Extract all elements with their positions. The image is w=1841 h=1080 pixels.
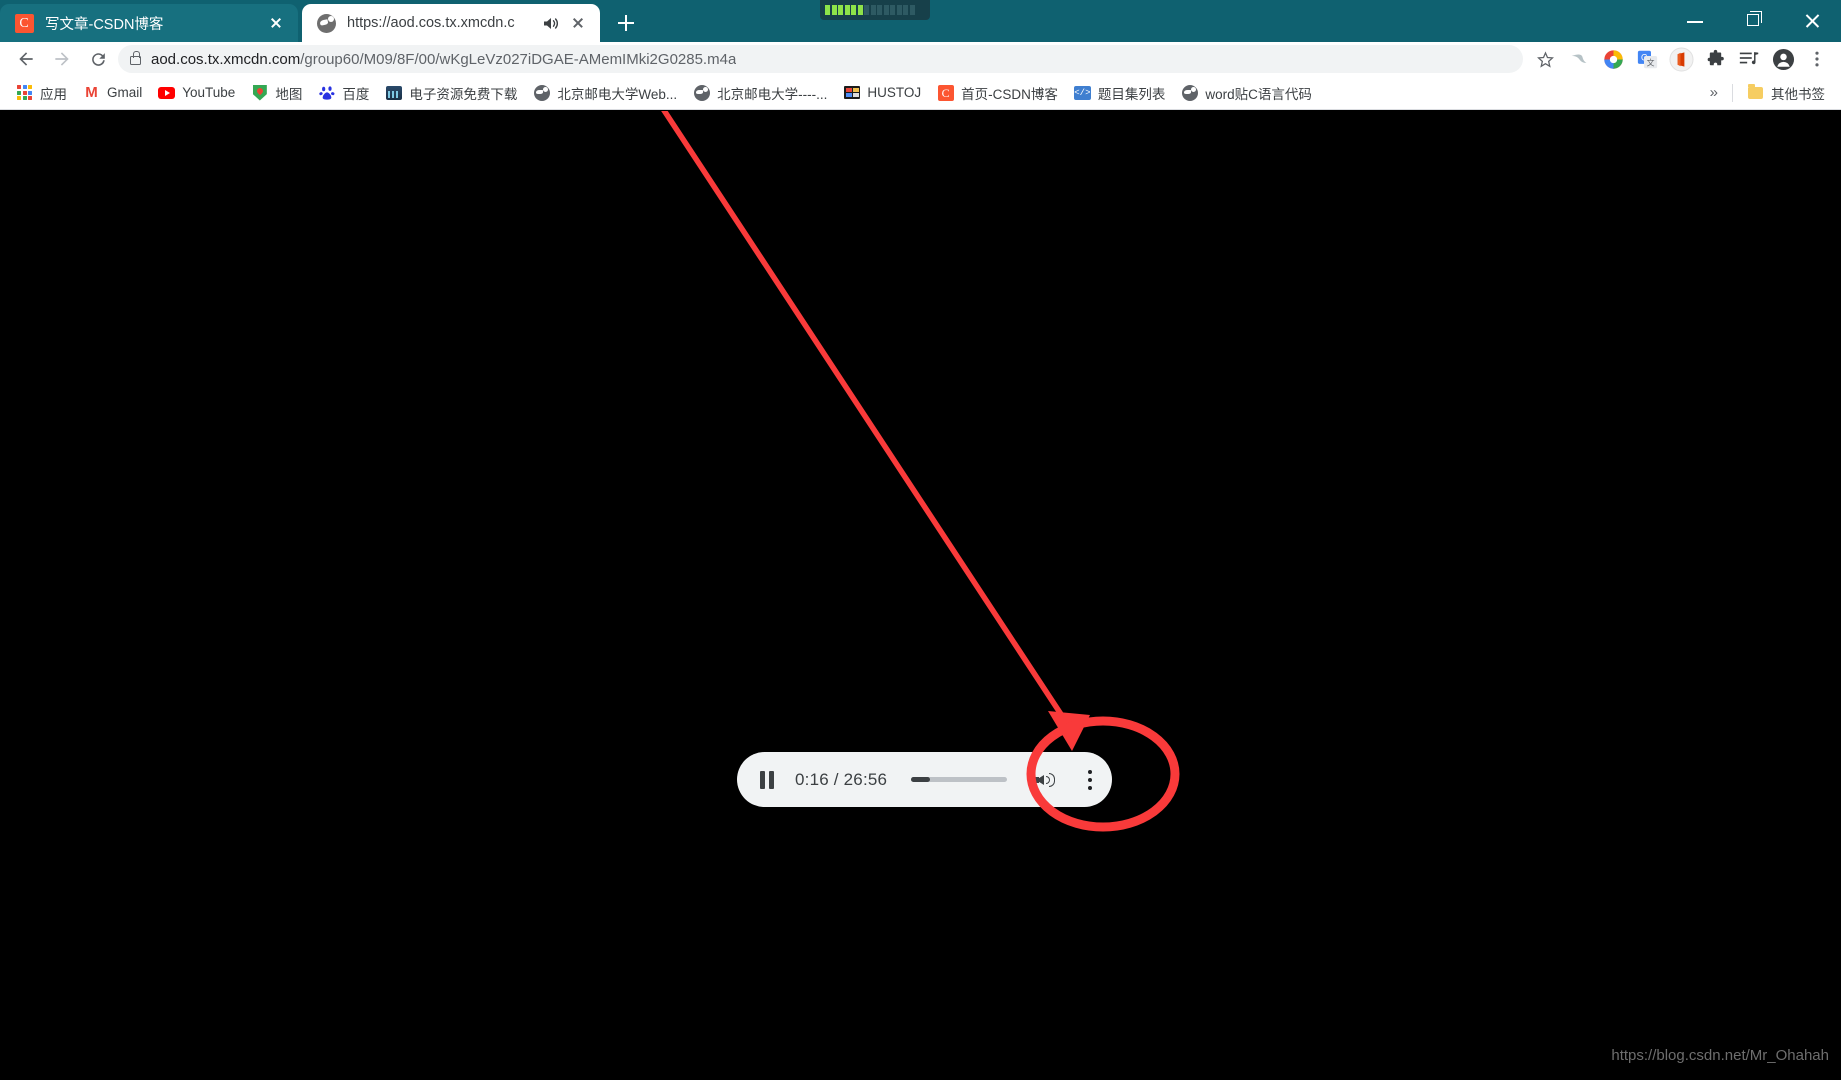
- bookmark-hustoj[interactable]: HUSTOJ: [835, 80, 929, 105]
- bookmark-baidu[interactable]: 百度: [310, 79, 377, 107]
- browser-window: C 写文章-CSDN博客 https://aod.cos.tx.xmcdn.c: [0, 0, 1841, 1080]
- bookmark-label: Gmail: [107, 85, 143, 100]
- csdn-favicon: C: [14, 13, 34, 33]
- bookmark-star-icon[interactable]: [1529, 44, 1561, 74]
- bookmark-label: YouTube: [182, 85, 236, 100]
- hustoj-icon: [843, 84, 860, 101]
- bookmark-label: word贴C语言代码: [1205, 86, 1312, 102]
- bookmark-label: HUSTOJ: [867, 85, 922, 100]
- watermark-text: https://blog.csdn.net/Mr_Ohahah: [1611, 1047, 1829, 1064]
- globe-icon: [693, 84, 710, 101]
- apps-grid-icon: [16, 84, 33, 101]
- bookmark-ebook-download[interactable]: 电子资源免费下载: [377, 79, 525, 107]
- tab-csdn[interactable]: C 写文章-CSDN博客: [0, 4, 298, 42]
- forward-arrow-icon[interactable]: [44, 44, 80, 74]
- bookmark-csdn-home[interactable]: C 首页-CSDN博客: [929, 79, 1066, 107]
- window-controls: [1667, 0, 1841, 42]
- bookmark-word-c-code[interactable]: word贴C语言代码: [1173, 79, 1320, 107]
- csdn-icon: C: [937, 84, 954, 101]
- google-maps-icon: [251, 84, 268, 101]
- minimize-button[interactable]: [1667, 0, 1725, 42]
- chrome-circle-icon[interactable]: [1597, 44, 1629, 74]
- bookmark-maps[interactable]: 地图: [243, 79, 310, 107]
- browser-toolbar: aod.cos.tx.xmcdn.com/group60/M09/8F/00/w…: [0, 42, 1841, 76]
- more-options-kebab-icon[interactable]: [1078, 766, 1102, 794]
- media-playlist-icon[interactable]: [1733, 44, 1765, 74]
- bookmark-label: 首页-CSDN博客: [961, 86, 1058, 102]
- bookmark-apps[interactable]: 应用: [8, 79, 75, 107]
- bookmarks-bar: 应用 M Gmail YouTube 地图 百度 电子资源免费下载 北京邮电大学…: [0, 76, 1841, 110]
- folder-icon: [1747, 83, 1764, 101]
- cpu-meter-gadget: [820, 0, 930, 20]
- bookmark-label: 应用: [40, 86, 67, 102]
- bookmark-label: 北京邮电大学Web...: [557, 86, 678, 102]
- url-path: /group60/M09/8F/00/wKgLeVz027iDGAE-AMemI…: [300, 50, 737, 68]
- address-bar[interactable]: aod.cos.tx.xmcdn.com/group60/M09/8F/00/w…: [118, 45, 1523, 73]
- back-arrow-icon[interactable]: [8, 44, 44, 74]
- bookmark-bupt[interactable]: 北京邮电大学----...: [685, 79, 835, 107]
- bookmark-youtube[interactable]: YouTube: [150, 80, 243, 105]
- bookmark-gmail[interactable]: M Gmail: [75, 80, 150, 105]
- tab-strip: C 写文章-CSDN博客 https://aod.cos.tx.xmcdn.c: [0, 0, 1841, 42]
- maximize-button[interactable]: [1725, 0, 1783, 42]
- close-tab-button[interactable]: [566, 11, 590, 35]
- time-display: 0:16 / 26:56: [795, 769, 888, 789]
- divider: [1732, 83, 1733, 102]
- chart-icon: [385, 84, 402, 101]
- bookmarks-overflow-button[interactable]: »: [1702, 84, 1726, 101]
- new-tab-button[interactable]: [610, 7, 642, 39]
- bookmark-label: 其他书签: [1771, 86, 1825, 102]
- progress-slider[interactable]: [911, 777, 1008, 782]
- bookmark-label: 电子资源免费下载: [409, 86, 518, 102]
- tab-audio-page[interactable]: https://aod.cos.tx.xmcdn.c: [302, 4, 600, 42]
- google-translate-icon[interactable]: G 文: [1631, 44, 1663, 74]
- volume-high-icon[interactable]: [1035, 768, 1059, 792]
- lock-icon: [130, 51, 141, 65]
- gmail-icon: M: [85, 84, 98, 101]
- bookmark-other-bookmarks[interactable]: 其他书签: [1739, 79, 1833, 107]
- reload-icon[interactable]: [80, 44, 116, 74]
- extensions-puzzle-icon[interactable]: [1699, 44, 1731, 74]
- url-text: aod.cos.tx.xmcdn.com/group60/M09/8F/00/w…: [151, 51, 736, 68]
- bookmark-label: 地图: [275, 86, 303, 102]
- office-icon[interactable]: [1665, 44, 1697, 74]
- youtube-icon: [158, 84, 176, 101]
- bookmark-label: 北京邮电大学----...: [717, 86, 828, 102]
- red-annotation: [661, 111, 1180, 832]
- bookmark-label: 题目集列表: [1097, 86, 1166, 102]
- progress-fill: [911, 777, 931, 782]
- speaker-icon[interactable]: [540, 16, 562, 31]
- close-window-button[interactable]: [1783, 0, 1841, 42]
- globe-icon: [1181, 84, 1198, 101]
- baidu-icon: [318, 84, 335, 101]
- bookmark-problem-list[interactable]: </> 题目集列表: [1066, 79, 1174, 107]
- bird-extension-icon[interactable]: [1563, 44, 1595, 74]
- bookmark-label: 百度: [342, 86, 370, 102]
- chrome-menu-icon[interactable]: [1801, 44, 1833, 74]
- globe-icon: [533, 84, 550, 101]
- tab-title: 写文章-CSDN博客: [45, 16, 164, 33]
- audio-player[interactable]: 0:16 / 26:56: [737, 752, 1112, 807]
- pause-icon[interactable]: [760, 770, 776, 789]
- code-icon: </>: [1073, 85, 1091, 100]
- close-tab-button[interactable]: [264, 11, 288, 35]
- globe-favicon: [316, 13, 336, 33]
- profile-avatar-icon[interactable]: [1767, 44, 1799, 74]
- bookmark-bupt-web[interactable]: 北京邮电大学Web...: [525, 79, 685, 107]
- tab-title: https://aod.cos.tx.xmcdn.c: [347, 15, 515, 31]
- svg-text:文: 文: [1646, 57, 1654, 67]
- url-domain: aod.cos.tx.xmcdn.com: [151, 50, 301, 68]
- page-content: 0:16 / 26:56 https://blog.csdn.net/Mr_Oh…: [0, 111, 1841, 1080]
- csdn-favicon-letter: C: [14, 13, 34, 33]
